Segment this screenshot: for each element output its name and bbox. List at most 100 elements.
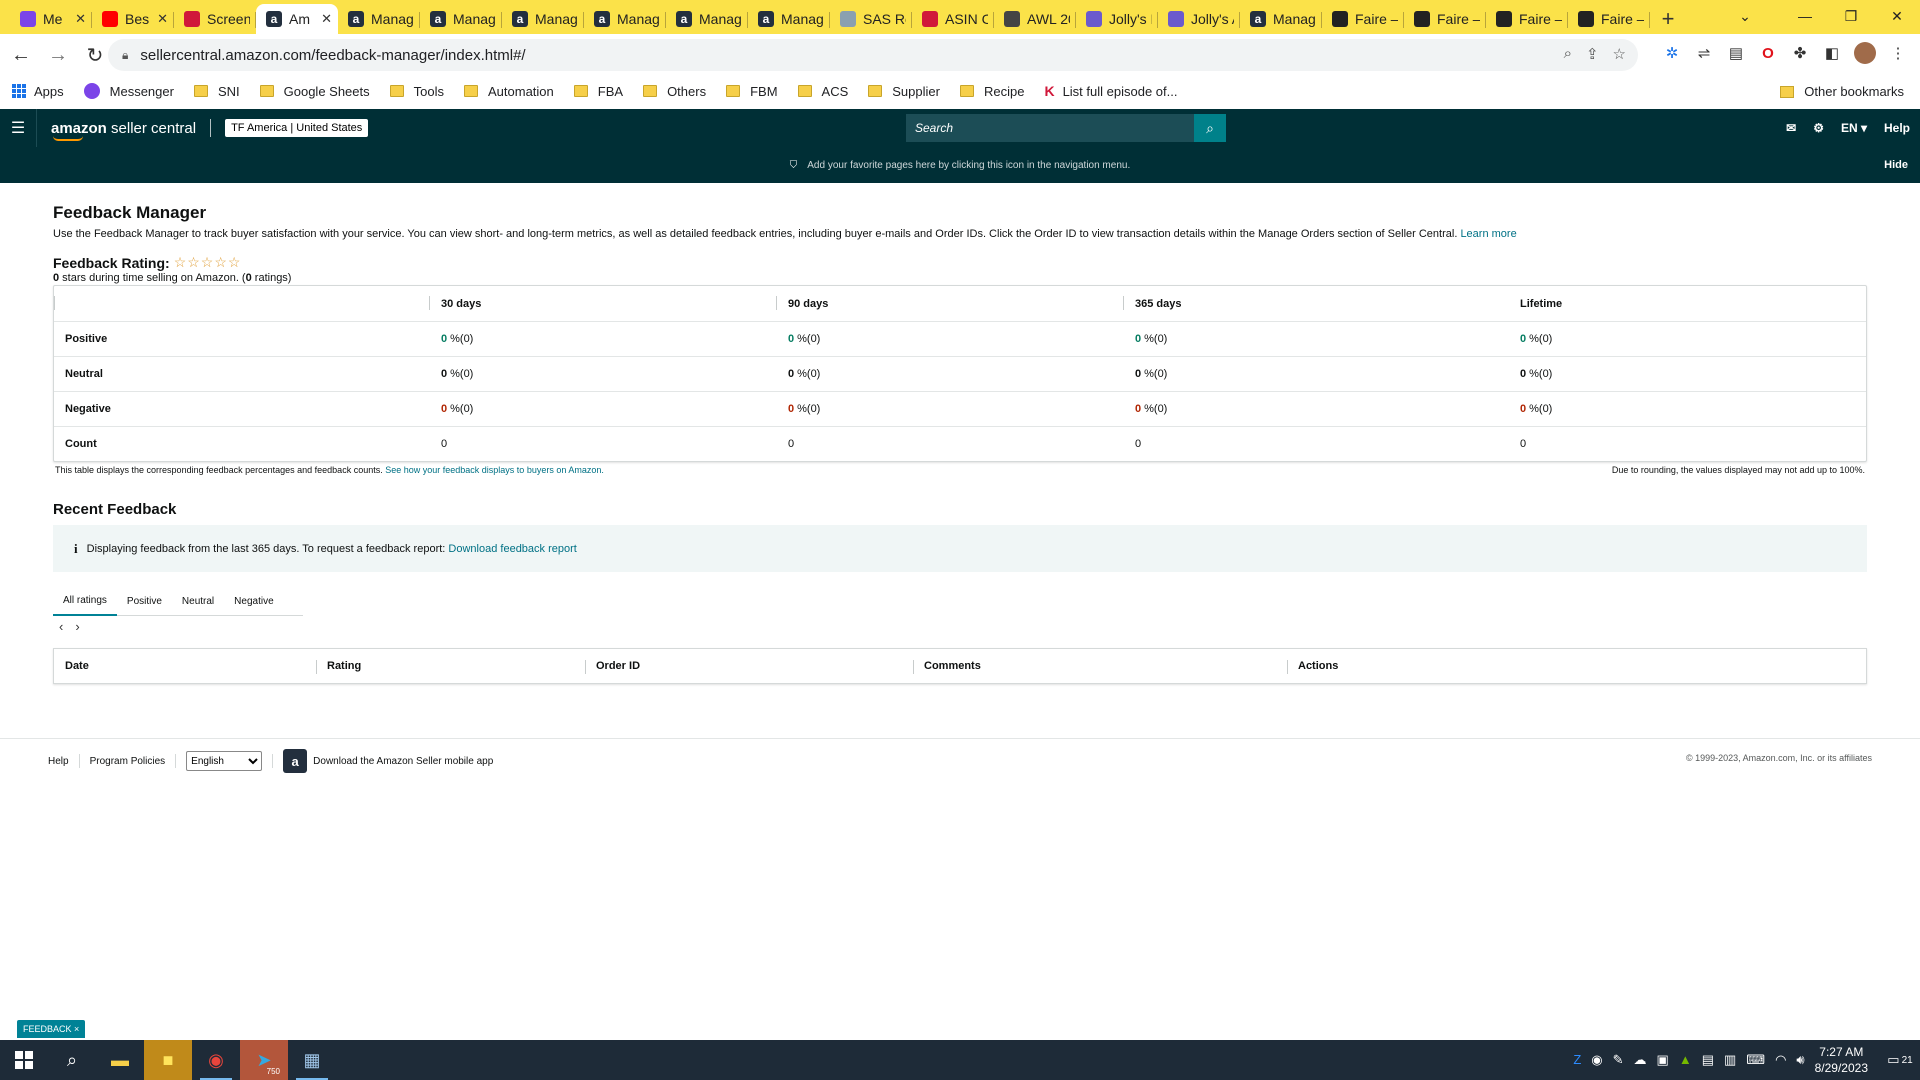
browser-tab[interactable]: a Manage	[748, 4, 830, 34]
browser-tab[interactable]: ASIN Cl	[912, 4, 994, 34]
learn-more-link[interactable]: Learn more	[1460, 228, 1516, 240]
extension-icon[interactable]: ✲	[1662, 43, 1682, 63]
program-policies-link[interactable]: Program Policies	[90, 756, 166, 767]
browser-tab[interactable]: a Manage	[584, 4, 666, 34]
footer-help-link[interactable]: Help	[48, 756, 69, 767]
chrome-tray-icon[interactable]: ◉	[1591, 1052, 1602, 1068]
tab-search-icon[interactable]: ⌄	[1730, 4, 1760, 28]
puzzle-icon[interactable]: ✤	[1790, 43, 1810, 63]
feedback-column-header[interactable]: Comments	[913, 649, 1287, 683]
new-tab-button[interactable]: +	[1650, 4, 1686, 34]
keyboard-icon[interactable]: ⌨	[1746, 1052, 1765, 1068]
start-button[interactable]	[0, 1040, 48, 1080]
bookmark-item[interactable]: Apps	[12, 84, 64, 99]
tab-all-ratings[interactable]: All ratings	[53, 586, 117, 616]
bookmark-item[interactable]: FBM	[726, 84, 778, 99]
close-window-button[interactable]: ✕	[1874, 0, 1920, 32]
calculator-icon[interactable]: ▦	[288, 1040, 336, 1080]
other-bookmarks[interactable]: Other bookmarks	[1780, 84, 1904, 99]
volume-icon[interactable]: 🔊︎	[1796, 1052, 1804, 1068]
extension-icon[interactable]: ⇌	[1694, 43, 1714, 63]
hamburger-menu-icon[interactable]: ☰	[0, 109, 36, 147]
language-selector[interactable]: EN ▾	[1841, 121, 1867, 135]
opera-icon[interactable]: O	[1758, 43, 1778, 63]
wifi-icon[interactable]: ◠	[1775, 1052, 1786, 1068]
browser-tab[interactable]: a Manage	[338, 4, 420, 34]
notification-center-icon[interactable]: ▭ 21	[1880, 1040, 1920, 1080]
share-icon[interactable]: ⇪	[1586, 45, 1599, 63]
browser-tab[interactable]: Me ✕	[10, 4, 92, 34]
browser-tab[interactable]: a Manage	[502, 4, 584, 34]
forward-button[interactable]: →	[42, 39, 74, 71]
minimize-button[interactable]: —	[1782, 0, 1828, 32]
pen-icon[interactable]: ✎	[1613, 1052, 1624, 1068]
sticky-notes-icon[interactable]: ■	[144, 1040, 192, 1080]
tray-app-icon[interactable]: ▤	[1702, 1052, 1714, 1068]
bookmark-item[interactable]: Automation	[464, 84, 554, 99]
tray-app-icon[interactable]: ▣	[1657, 1052, 1669, 1068]
telegram-icon[interactable]: ➤ 750	[240, 1040, 288, 1080]
browser-tab[interactable]: Faire —	[1404, 4, 1486, 34]
feedback-column-header[interactable]: Date	[54, 649, 316, 683]
feedback-column-header[interactable]: Actions	[1287, 649, 1866, 683]
mail-icon[interactable]: ✉	[1786, 121, 1796, 135]
sidepanel-icon[interactable]: ◧	[1822, 43, 1842, 63]
bookmark-item[interactable]: Messenger	[83, 83, 174, 99]
browser-tab[interactable]: AWL 20	[994, 4, 1076, 34]
close-tab-icon[interactable]: ✕	[321, 11, 332, 27]
clock[interactable]: 7:27 AM 8/29/2023	[1815, 1044, 1868, 1076]
browser-tab[interactable]: a Manage	[666, 4, 748, 34]
menu-kebab-icon[interactable]: ⋮	[1888, 43, 1908, 63]
help-link[interactable]: Help	[1884, 121, 1910, 135]
zoom-icon[interactable]: ⌕	[1564, 45, 1572, 63]
bookmark-item[interactable]: FBA	[573, 84, 623, 99]
extension-icon[interactable]: ▤	[1726, 43, 1746, 63]
chrome-icon[interactable]: ◉	[192, 1040, 240, 1080]
close-tab-icon[interactable]: ✕	[157, 11, 168, 27]
browser-tab[interactable]: a Am ✕	[256, 4, 338, 34]
download-report-link[interactable]: Download feedback report	[448, 543, 576, 555]
header-search-input[interactable]	[906, 114, 1194, 142]
zoom-app-icon[interactable]: Z	[1573, 1052, 1581, 1068]
bookmark-item[interactable]: SNI	[193, 84, 240, 99]
download-app-link[interactable]: Download the Amazon Seller mobile app	[313, 756, 493, 767]
back-button[interactable]: ←	[5, 39, 37, 71]
amazon-app-icon[interactable]: a	[283, 749, 308, 773]
bookmark-star-icon[interactable]: ☆	[1613, 45, 1626, 63]
browser-tab[interactable]: Faire —	[1322, 4, 1404, 34]
browser-tab[interactable]: Screens	[174, 4, 256, 34]
seller-central-logo[interactable]: amazon seller central	[51, 120, 196, 141]
browser-tab[interactable]: Bes ✕	[92, 4, 174, 34]
nvidia-icon[interactable]: ▲	[1679, 1052, 1692, 1068]
browser-tab[interactable]: Faire —	[1568, 4, 1650, 34]
tab-neutral[interactable]: Neutral	[172, 586, 224, 616]
profile-avatar[interactable]	[1854, 42, 1876, 64]
tab-negative[interactable]: Negative	[224, 586, 283, 616]
chevron-right-icon[interactable]: ›	[75, 619, 79, 634]
hide-favorites-button[interactable]: Hide	[1884, 159, 1908, 171]
browser-tab[interactable]: Faire —	[1486, 4, 1568, 34]
browser-tab[interactable]: Jolly's B	[1076, 4, 1158, 34]
bookmark-item[interactable]: Tools	[389, 84, 444, 99]
tab-positive[interactable]: Positive	[117, 586, 172, 616]
bookmark-item[interactable]: Google Sheets	[259, 84, 370, 99]
search-icon[interactable]: ⌕	[1194, 114, 1226, 142]
bookmark-item[interactable]: K List full episode of...	[1044, 83, 1177, 99]
buyer-display-link[interactable]: See how your feedback displays to buyers…	[385, 465, 604, 475]
address-bar[interactable]: 🔒︎ sellercentral.amazon.com/feedback-man…	[108, 39, 1638, 71]
bookmark-item[interactable]: Supplier	[868, 84, 940, 99]
search-icon[interactable]: ⌕	[48, 1040, 96, 1080]
bookmark-item[interactable]: ACS	[797, 84, 848, 99]
bookmark-item[interactable]: Recipe	[959, 84, 1024, 99]
browser-tab[interactable]: a Manage	[420, 4, 502, 34]
feedback-column-header[interactable]: Order ID	[585, 649, 913, 683]
feedback-column-header[interactable]: Rating	[316, 649, 585, 683]
restore-button[interactable]: ❐	[1828, 0, 1874, 32]
bookmark-item[interactable]: Others	[643, 84, 706, 99]
tray-app-icon[interactable]: ▥	[1724, 1052, 1736, 1068]
close-tab-icon[interactable]: ✕	[75, 11, 86, 27]
gear-icon[interactable]: ⚙	[1813, 121, 1824, 135]
browser-tab[interactable]: SAS Re	[830, 4, 912, 34]
reload-button[interactable]: ↻	[79, 39, 111, 71]
browser-tab[interactable]: Jolly's A	[1158, 4, 1240, 34]
